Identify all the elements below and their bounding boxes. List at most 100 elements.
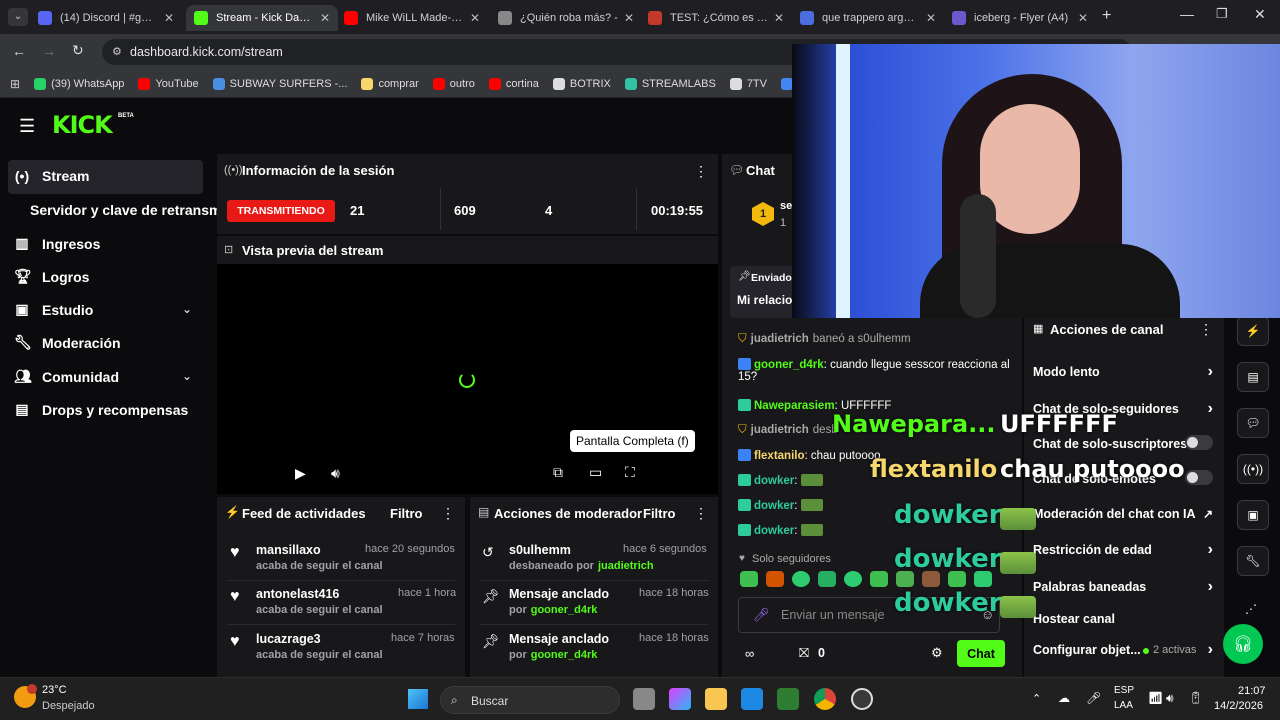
chevron-down-icon[interactable]: ⌄ (182, 302, 192, 316)
chat-username[interactable]: juadietrich (751, 424, 809, 436)
activity-filter-button[interactable]: Filtro (390, 506, 423, 521)
chat-username[interactable]: dowker (754, 500, 794, 512)
session-menu-icon[interactable]: ⋮ (694, 163, 708, 180)
tab-close-icon[interactable]: ✕ (1078, 11, 1088, 25)
file-explorer-icon[interactable] (705, 688, 727, 710)
mod-action-by[interactable]: gooner_d4rk (531, 649, 598, 661)
chevron-right-icon[interactable]: › (1208, 541, 1213, 559)
forward-icon[interactable]: → (42, 43, 56, 59)
tab-close-icon[interactable]: ✕ (624, 11, 634, 25)
obs-icon[interactable] (851, 688, 873, 710)
sidebar-item-moderacion[interactable]: 🔧︎ Moderación (14, 334, 121, 351)
sheets-app-icon[interactable] (777, 688, 799, 710)
external-link-icon[interactable]: ↗ (1203, 507, 1213, 521)
chevron-right-icon[interactable]: › (1208, 641, 1213, 659)
tab-close-icon[interactable]: ✕ (774, 11, 784, 25)
tab-close-icon[interactable]: ✕ (320, 11, 330, 25)
battery-icon[interactable]: 🔋︎ (1188, 691, 1203, 705)
microphone-icon[interactable]: 🎤︎ (753, 607, 770, 623)
browser-tab[interactable]: que trappero argentin ✕ (792, 5, 944, 31)
channel-action-hostear-canal[interactable]: Hostear canal (1033, 612, 1213, 626)
channel-action-chat-de-solo-suscriptores[interactable]: Chat de solo-suscriptores (1033, 435, 1213, 451)
camera-rail-icon[interactable]: ▣ (1237, 500, 1269, 530)
taskbar-search[interactable]: ⌕ Buscar (440, 686, 620, 714)
chevron-right-icon[interactable]: › (1208, 400, 1213, 418)
volume-tray-icon[interactable]: 🔊︎ (1166, 691, 1174, 706)
chat-username[interactable]: dowker (754, 475, 794, 487)
tab-close-icon[interactable]: ✕ (164, 11, 174, 25)
settings-gear-icon[interactable]: ⚙ (931, 645, 943, 661)
tab-close-icon[interactable]: ✕ (926, 11, 936, 25)
wifi-icon[interactable]: 📶︎ (1148, 691, 1163, 705)
volume-icon[interactable]: 🔊︎ (331, 465, 340, 482)
activity-menu-icon[interactable]: ⋮ (441, 505, 455, 522)
chevron-right-icon[interactable]: › (1208, 363, 1213, 381)
chat-rail-icon[interactable]: 💬︎ (1237, 408, 1269, 438)
fullscreen-icon[interactable]: ⛶ (625, 464, 635, 481)
bookmark-item[interactable]: BOTRIX (552, 77, 611, 90)
bookmark-item[interactable]: outro (432, 77, 475, 90)
bookmark-item[interactable]: YouTube (138, 77, 199, 90)
minimize-button[interactable]: — (1180, 6, 1194, 22)
maximize-button[interactable]: ❐ (1216, 6, 1228, 22)
sidebar-item-drops[interactable]: ▤ Drops y recompensas (14, 401, 188, 418)
channel-actions-menu-icon[interactable]: ⋮ (1199, 321, 1213, 338)
clock-date[interactable]: 14/2/2026 (1214, 700, 1263, 712)
bookmark-item[interactable]: STREAMLABS (624, 77, 716, 90)
docs-app-icon[interactable] (741, 688, 763, 710)
back-icon[interactable]: ← (12, 43, 26, 59)
lightning-rail-icon[interactable]: ⚡ (1237, 316, 1269, 346)
sidebar-item-logros[interactable]: 🏆︎ Logros (14, 268, 89, 285)
channel-action-configurar-objet[interactable]: Configurar objet... › 2 activas (1033, 641, 1213, 659)
windows-start-icon[interactable] (408, 689, 428, 709)
channel-action-modo-lento[interactable]: Modo lento › (1033, 363, 1213, 381)
browser-tab[interactable]: (14) Discord | #general ✕ (30, 5, 182, 31)
kick-logo[interactable]: KICK (52, 111, 113, 139)
mod-action-name[interactable]: Mensaje anclado (509, 632, 609, 646)
chevron-right-icon[interactable]: › (1208, 578, 1213, 596)
mod-filter-button[interactable]: Filtro (643, 506, 676, 521)
cloud-icon[interactable]: ☁ (1058, 691, 1070, 705)
emote-icon[interactable] (818, 571, 836, 587)
chat-username[interactable]: gooner_d4rk (754, 359, 824, 371)
chat-username[interactable]: flextanilo (754, 450, 804, 462)
sidebar-item-estudio[interactable]: ▣ Estudio (14, 301, 93, 318)
feed-username[interactable]: lucazrage3 (256, 632, 321, 646)
bookmark-item[interactable]: cortina (488, 77, 539, 90)
tray-chevron-icon[interactable]: ⌃ (1032, 692, 1041, 705)
mod-action-name[interactable]: Mensaje anclado (509, 587, 609, 601)
tab-search-button[interactable]: ⌄ (8, 8, 28, 26)
support-headset-button[interactable]: 🎧︎ (1223, 624, 1263, 664)
pip-icon[interactable]: ⧉ (553, 464, 563, 481)
emote-icon[interactable] (870, 571, 888, 587)
reload-icon[interactable]: ↻ (72, 42, 84, 59)
copilot-icon[interactable] (669, 688, 691, 710)
browser-tab[interactable]: Mike WiLL Made-It - ✕ (336, 5, 488, 31)
link-icon[interactable]: ∞ (745, 646, 754, 661)
gift-icon[interactable]: ⛝ (799, 645, 809, 661)
chat-username[interactable]: Naweparasiem (754, 400, 835, 412)
browser-tab[interactable]: Stream - Kick Dashboard ✕ (186, 5, 338, 31)
sidebar-item-ingresos[interactable]: ▥ Ingresos (14, 235, 100, 252)
emote-icon[interactable] (766, 571, 784, 587)
feed-username[interactable]: antonelast416 (256, 587, 339, 601)
emote-icon[interactable] (844, 571, 862, 587)
chevron-down-icon[interactable]: ⌄ (182, 369, 192, 383)
browser-tab[interactable]: TEST: ¿Cómo es tu Pa ✕ (640, 5, 792, 31)
task-view-icon[interactable] (633, 688, 655, 710)
channel-action-restricci-n-de-edad[interactable]: Restricción de edad › (1033, 541, 1213, 559)
browser-tab[interactable]: ¿Quién roba más? - ✕ (490, 5, 642, 31)
chat-message[interactable]: gooner_d4rk: cuando llegue sesscor reacc… (738, 358, 1018, 383)
browser-tab[interactable]: iceberg - Flyer (A4) ✕ (944, 5, 1096, 31)
weather-temp[interactable]: 23°C (42, 684, 67, 696)
toggle-switch[interactable] (1185, 470, 1213, 485)
sidebar-item-comunidad[interactable]: 👥︎ Comunidad (14, 368, 119, 385)
language-code[interactable]: ESP (1114, 685, 1134, 696)
emote-icon[interactable] (792, 571, 810, 587)
channel-action-moderaci-n-del-chat-con-ia[interactable]: Moderación del chat con IA ↗ (1033, 507, 1213, 521)
tab-close-icon[interactable]: ✕ (470, 11, 480, 25)
emote-icon[interactable] (740, 571, 758, 587)
mod-action-by[interactable]: juadietrich (598, 560, 654, 572)
mic-tray-icon[interactable]: 🎤︎ (1086, 691, 1101, 705)
bookmark-item[interactable]: 7TV (729, 77, 767, 90)
